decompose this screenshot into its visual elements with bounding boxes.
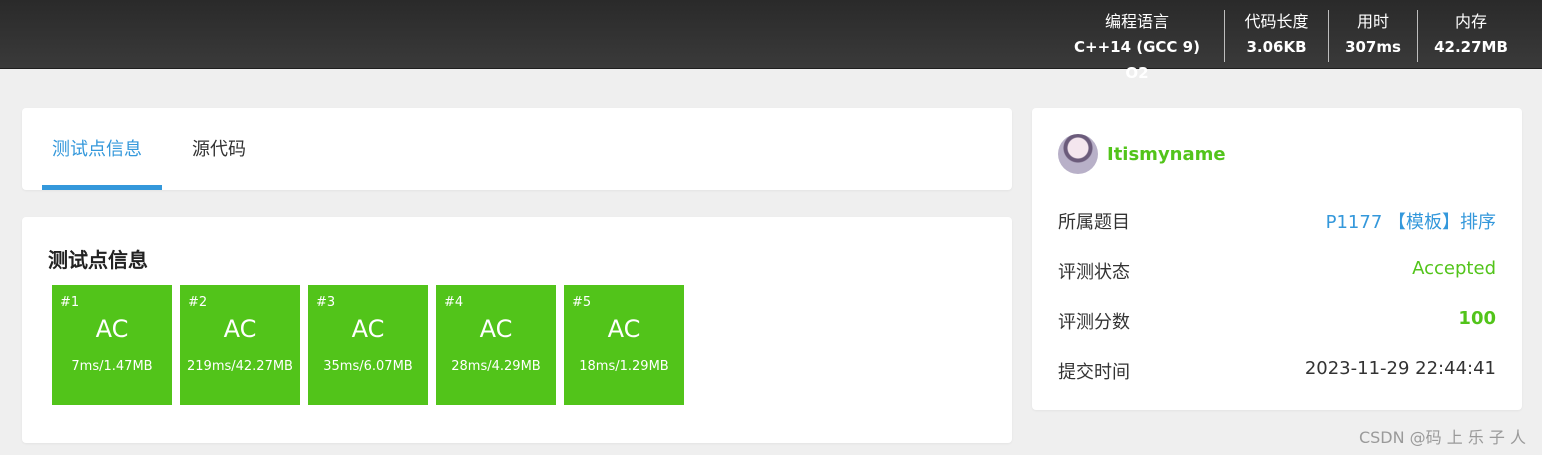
testcases-title: 测试点信息 [48, 248, 148, 272]
score-value: 100 [1458, 308, 1496, 329]
stat-language: 编程语言 C++14 (GCC 9) O2 [1062, 10, 1212, 82]
tab-testcase-info[interactable]: 测试点信息 [52, 136, 142, 164]
testcase-number: #2 [188, 295, 208, 310]
stat-code-length: 代码长度 3.06KB [1224, 10, 1328, 62]
stat-time: 用时 307ms [1328, 10, 1417, 62]
stat-time-label: 用时 [1356, 12, 1389, 31]
testcase-result: AC [223, 315, 257, 343]
testcase-2[interactable]: #2 AC 219ms/42.27MB [180, 285, 300, 405]
stat-language-label: 编程语言 [1104, 12, 1169, 31]
testcase-result: AC [351, 315, 385, 343]
testcase-1[interactable]: #1 AC 7ms/1.47MB [52, 285, 172, 405]
stat-memory-label: 内存 [1454, 12, 1487, 31]
submit-time-value: 2023-11-29 22:44:41 [1304, 358, 1496, 379]
testcase-result: AC [479, 315, 513, 343]
testcase-number: #3 [316, 295, 336, 310]
status-label: 评测状态 [1058, 262, 1130, 283]
username-link[interactable]: Itismyname [1107, 144, 1226, 165]
testcase-meta: 7ms/1.47MB [71, 359, 153, 374]
testcase-meta: 28ms/4.29MB [451, 359, 541, 374]
stat-memory: 内存 42.27MB [1417, 10, 1524, 62]
top-bar: 编程语言 C++14 (GCC 9) O2 代码长度 3.06KB 用时 307… [0, 0, 1542, 82]
tabs-card [22, 108, 1012, 190]
testcase-result: AC [95, 315, 129, 343]
testcase-number: #4 [444, 295, 464, 310]
testcase-meta: 18ms/1.29MB [579, 359, 669, 374]
testcase-5[interactable]: #5 AC 18ms/1.29MB [564, 285, 684, 405]
stat-time-value: 307ms [1345, 38, 1401, 56]
problem-link[interactable]: P1177 【模板】排序 [1326, 208, 1496, 234]
submit-time-label: 提交时间 [1058, 362, 1130, 383]
stat-code-length-value: 3.06KB [1246, 38, 1307, 56]
testcase-result: AC [607, 315, 641, 343]
avatar[interactable] [1058, 134, 1098, 174]
stat-memory-value: 42.27MB [1434, 38, 1508, 56]
testcase-3[interactable]: #3 AC 35ms/6.07MB [308, 285, 428, 405]
testcase-meta: 219ms/42.27MB [187, 359, 293, 374]
testcase-number: #5 [572, 295, 592, 310]
testcase-4[interactable]: #4 AC 28ms/4.29MB [436, 285, 556, 405]
active-tab-indicator [42, 185, 162, 190]
testcase-number: #1 [60, 295, 80, 310]
tab-source-code[interactable]: 源代码 [192, 136, 246, 164]
score-label: 评测分数 [1058, 312, 1130, 333]
stat-language-value: C++14 (GCC 9) O2 [1074, 38, 1200, 82]
watermark: CSDN @码 上 乐 子 人 [1358, 428, 1526, 447]
status-value: Accepted [1412, 258, 1496, 279]
problem-label: 所属题目 [1058, 212, 1130, 233]
testcase-meta: 35ms/6.07MB [323, 359, 413, 374]
stat-code-length-label: 代码长度 [1244, 12, 1309, 31]
